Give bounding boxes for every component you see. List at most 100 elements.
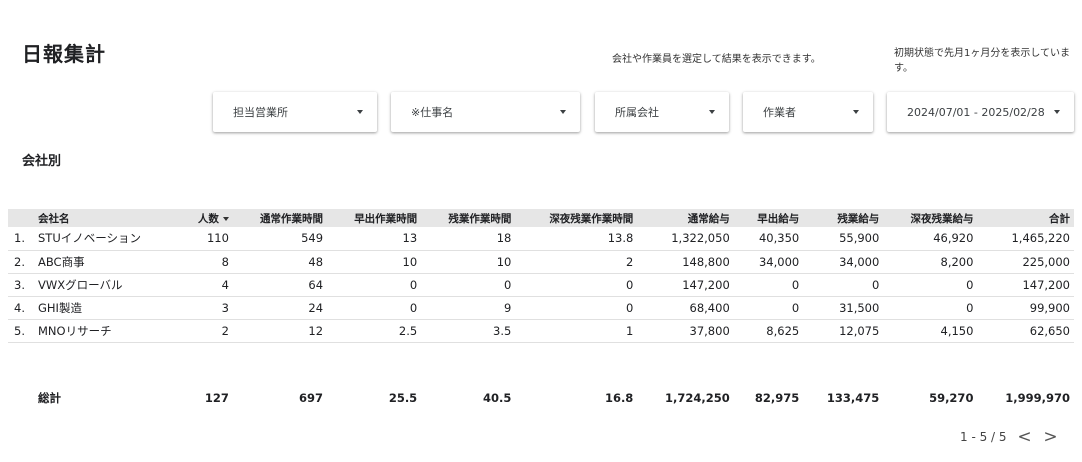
cell-regular-hours: 48 <box>232 250 328 274</box>
table-row[interactable]: 5. MNOリサーチ 2 12 2.5 3.5 1 37,800 8,625 12,075 4,15… <box>8 319 1074 343</box>
table-header-row: 会社名 人数 通常作業時間 早出作業時間 残業作業時間 深夜残業作業時間 通常給… <box>8 209 1074 227</box>
chevron-right-icon[interactable]: > <box>1043 427 1059 447</box>
cell-company-name: GHI製造 <box>34 296 182 320</box>
info-text-default-period: 初期状態で先月1ヶ月分を表示しています。 <box>894 48 1071 74</box>
cell-rank: 2. <box>8 250 34 274</box>
company-summary-table: 会社名 人数 通常作業時間 早出作業時間 残業作業時間 深夜残業作業時間 通常給… <box>8 209 1074 410</box>
cell-night-overtime-hours: 1 <box>515 319 638 343</box>
header-overtime-hours[interactable]: 残業作業時間 <box>421 209 516 227</box>
cell-night-overtime-pay: 4,150 <box>883 319 978 343</box>
cell-total: 1,465,220 <box>977 227 1074 251</box>
table-body: 1. STUイノベーション 110 549 13 18 13.8 1,322,050 40,35… <box>8 227 1074 410</box>
table-spacer-cell <box>8 342 1074 386</box>
filter-sales-office[interactable]: 担当営業所 <box>213 92 377 132</box>
cell-rank: 4. <box>8 296 34 320</box>
header-regular-pay[interactable]: 通常給与 <box>637 209 734 227</box>
cell-early-hours: 10 <box>327 250 422 274</box>
cell-overtime-hours: 0 <box>421 273 516 297</box>
filter-job-name-label: ※仕事名 <box>411 106 454 119</box>
filter-worker[interactable]: 作業者 <box>743 92 873 132</box>
cell-regular-hours: 64 <box>232 273 328 297</box>
cell-night-overtime-pay: 0 <box>883 296 978 320</box>
total-regular-pay: 1,724,250 <box>665 391 730 405</box>
header-overtime-pay[interactable]: 残業給与 <box>803 209 884 227</box>
header-headcount[interactable]: 人数 <box>181 209 233 227</box>
cell-early-pay: 0 <box>733 273 804 297</box>
cell-company-name: STUイノベーション <box>34 227 182 251</box>
filter-job-name[interactable]: ※仕事名 <box>391 92 580 132</box>
page-title: 日報集計 <box>22 42 106 66</box>
caret-down-icon <box>357 110 363 114</box>
cell-overtime-pay: 12,075 <box>803 319 884 343</box>
total-regular-hours: 697 <box>299 391 324 405</box>
filter-worker-label: 作業者 <box>763 106 796 119</box>
cell-rank <box>8 386 34 410</box>
cell-overtime-hours: 3.5 <box>421 319 516 343</box>
cell-total: 147,200 <box>977 273 1074 297</box>
cell-early-hours: 0 <box>327 273 422 297</box>
cell-night-overtime-hours: 0 <box>515 296 638 320</box>
cell-regular-pay: 68,400 <box>637 296 734 320</box>
cell-headcount: 4 <box>181 273 233 297</box>
header-night-overtime-hours[interactable]: 深夜残業作業時間 <box>515 209 638 227</box>
cell-overtime-hours: 9 <box>421 296 516 320</box>
chevron-left-icon[interactable]: < <box>1017 427 1033 447</box>
cell-night-overtime-hours: 0 <box>515 273 638 297</box>
total-night-overtime-hours: 16.8 <box>604 391 634 405</box>
cell-night-overtime-pay: 0 <box>883 273 978 297</box>
cell-overtime-pay: 55,900 <box>803 227 884 251</box>
cell-early-pay: 0 <box>733 296 804 320</box>
cell-night-overtime-pay: 8,200 <box>883 250 978 274</box>
cell-total: 62,650 <box>977 319 1074 343</box>
table-total-row: 総計 127 697 25.5 40.5 16.8 1,724,250 82,975 133,4… <box>8 386 1074 410</box>
cell-headcount: 110 <box>181 227 233 251</box>
caret-down-icon <box>709 110 715 114</box>
cell-regular-pay: 1,322,050 <box>637 227 734 251</box>
cell-headcount: 3 <box>181 296 233 320</box>
filter-date-range[interactable]: 2024/07/01 - 2025/02/28 <box>887 92 1074 132</box>
total-company-name: 総計 <box>38 391 61 405</box>
cell-overtime-pay: 0 <box>803 273 884 297</box>
table-row[interactable]: 3. VWXグローバル 4 64 0 0 0 147,200 0 0 0 147,200 <box>8 273 1074 297</box>
total-overtime-pay: 133,475 <box>826 391 880 405</box>
cell-early-pay: 40,350 <box>733 227 804 251</box>
cell-overtime-pay: 31,500 <box>803 296 884 320</box>
total-overtime-hours: 40.5 <box>482 391 512 405</box>
header-company-name[interactable]: 会社名 <box>34 209 182 227</box>
cell-company-name: VWXグローバル <box>34 273 182 297</box>
table-row[interactable]: 4. GHI製造 3 24 0 9 0 68,400 0 31,500 0 99,900 <box>8 296 1074 320</box>
header-rank <box>8 209 34 227</box>
total-night-overtime-pay: 59,270 <box>929 391 974 405</box>
sort-desc-icon <box>222 216 229 221</box>
cell-total: 99,900 <box>977 296 1074 320</box>
caret-down-icon <box>853 110 859 114</box>
cell-early-pay: 34,000 <box>733 250 804 274</box>
header-headcount-label: 人数 <box>197 212 219 225</box>
filter-sales-office-label: 担当営業所 <box>233 106 288 119</box>
caret-down-icon <box>1054 110 1060 114</box>
total-early-hours: 25.5 <box>388 391 418 405</box>
header-early-pay[interactable]: 早出給与 <box>733 209 804 227</box>
cell-regular-hours: 12 <box>232 319 328 343</box>
cell-rank: 5. <box>8 319 34 343</box>
total-headcount: 127 <box>204 391 229 405</box>
header-early-hours[interactable]: 早出作業時間 <box>327 209 422 227</box>
cell-rank: 1. <box>8 227 34 251</box>
info-text-select: 会社や作業員を選定して結果を表示できます。 <box>612 54 821 65</box>
cell-regular-pay: 37,800 <box>637 319 734 343</box>
total-early-pay: 82,975 <box>754 391 800 405</box>
header-total[interactable]: 合計 <box>977 209 1074 227</box>
header-night-overtime-pay[interactable]: 深夜残業給与 <box>883 209 978 227</box>
cell-early-pay: 8,625 <box>733 319 804 343</box>
cell-headcount: 8 <box>181 250 233 274</box>
table-row[interactable]: 2. ABC商事 8 48 10 10 2 148,800 34,000 34,000 8,200 2… <box>8 250 1074 274</box>
pagination-range: 1 - 5 / 5 <box>960 430 1007 444</box>
cell-early-hours: 0 <box>327 296 422 320</box>
cell-overtime-hours: 18 <box>421 227 516 251</box>
cell-total: 225,000 <box>977 250 1074 274</box>
header-regular-hours[interactable]: 通常作業時間 <box>232 209 328 227</box>
filter-date-range-label: 2024/07/01 - 2025/02/28 <box>907 105 1045 119</box>
table-spacer <box>8 342 1074 386</box>
filter-company[interactable]: 所属会社 <box>595 92 729 132</box>
table-row[interactable]: 1. STUイノベーション 110 549 13 18 13.8 1,322,050 40,35… <box>8 227 1074 251</box>
